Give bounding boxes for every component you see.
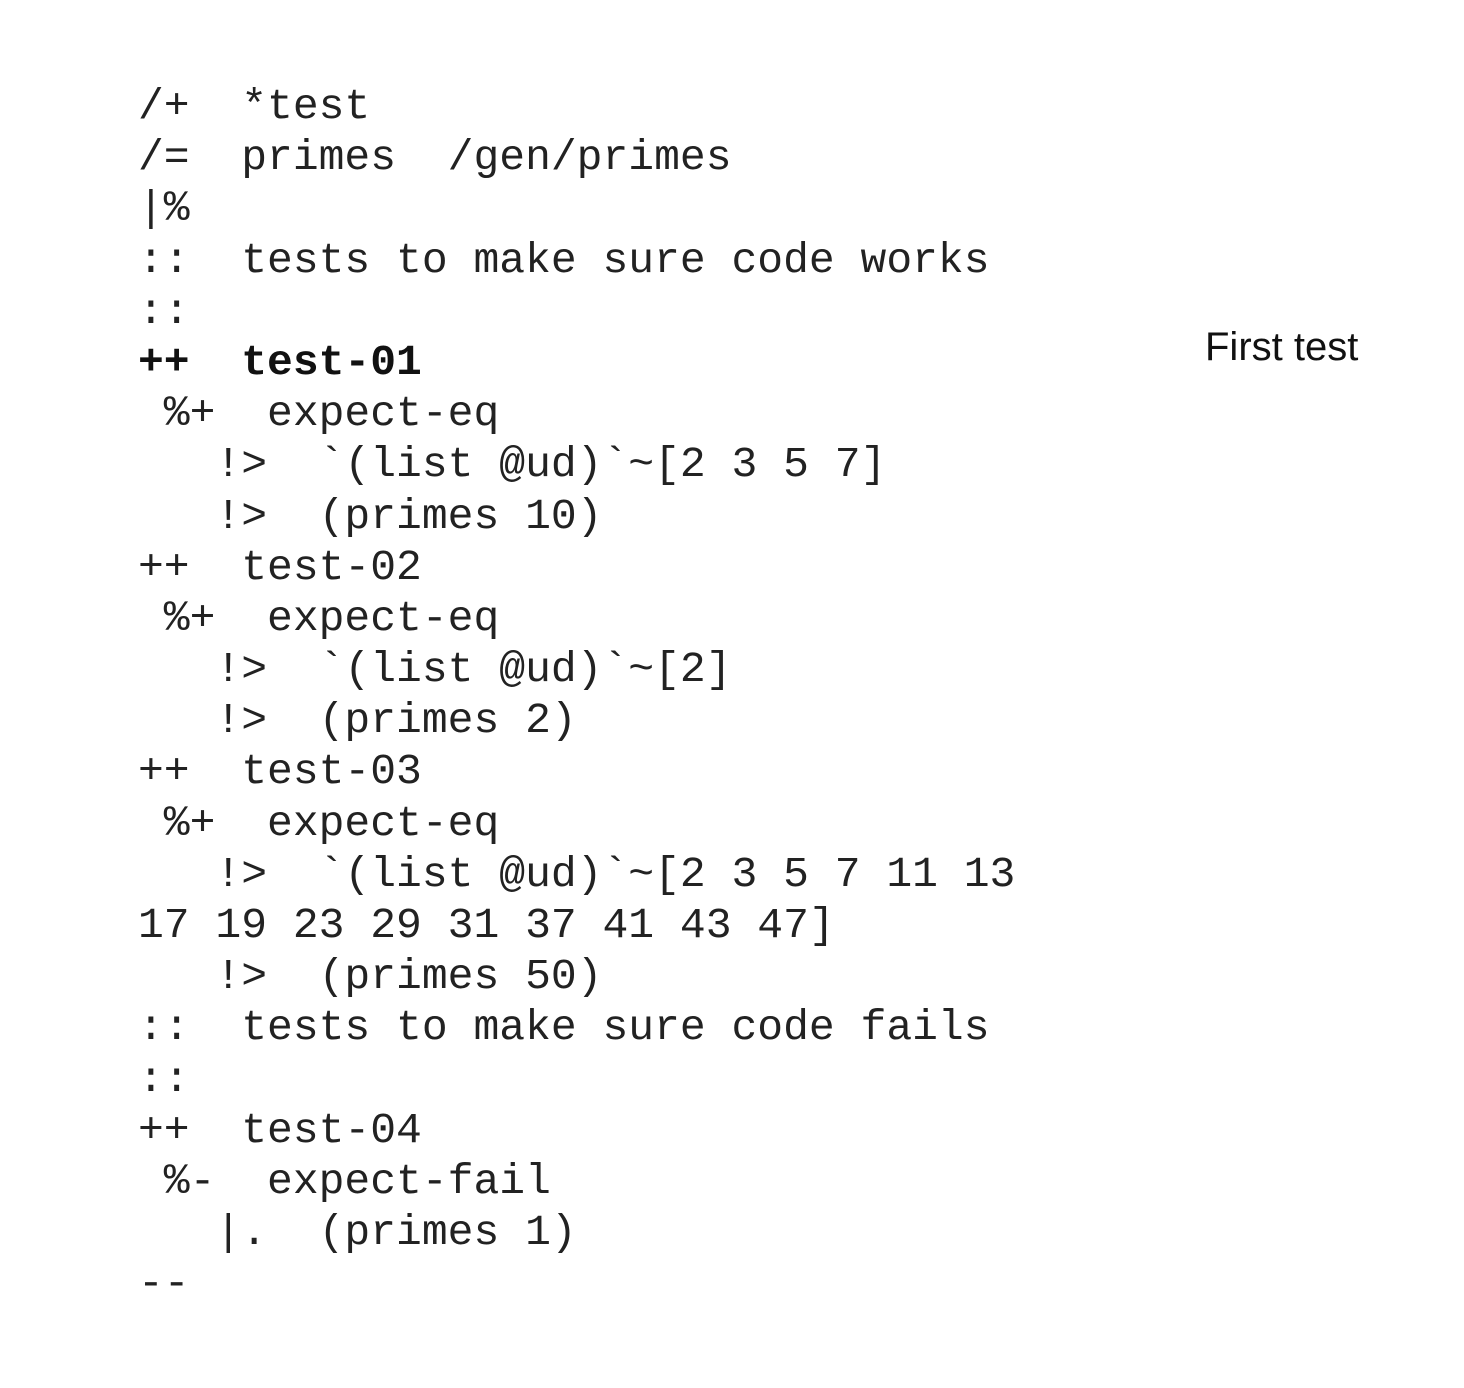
annotation-label: First test xyxy=(1205,325,1359,369)
code-listing: /+ *test/= primes /gen/primes |%:: tests … xyxy=(138,81,1015,1310)
code-line: !> (primes 2) xyxy=(138,696,577,746)
code-line-core-close: -- xyxy=(138,1259,190,1309)
code-comment: :: xyxy=(138,286,190,336)
code-line-test-02: ++ test-02 xyxy=(138,542,422,592)
code-line-include: /= primes /gen/primes xyxy=(138,133,732,183)
code-line: !> (primes 10) xyxy=(138,491,603,541)
code-line: !> `(list @ud)`~[2 3 5 7 11 13 xyxy=(138,849,1016,899)
code-comment: :: tests to make sure code works xyxy=(138,235,990,285)
code-line: %+ expect-eq xyxy=(138,593,500,643)
code-comment: :: xyxy=(138,1054,190,1104)
code-line: 17 19 23 29 31 37 41 43 47] xyxy=(138,901,835,950)
code-line: !> `(list @ud)`~[2] xyxy=(138,645,732,695)
code-line: %+ expect-eq xyxy=(138,798,500,848)
code-line-test-04: ++ test-04 xyxy=(138,1105,422,1155)
code-line-import: /+ *test xyxy=(138,82,371,131)
code-line: |. (primes 1) xyxy=(138,1208,577,1258)
code-line: !> `(list @ud)`~[2 3 5 7] xyxy=(138,440,887,490)
code-line: %- expect-fail xyxy=(138,1156,551,1206)
code-comment: :: tests to make sure code fails xyxy=(138,1003,990,1053)
code-line: !> (primes 50) xyxy=(138,952,603,1002)
code-line: %+ expect-eq xyxy=(138,389,500,439)
code-line-test-01-highlighted: ++ test-01 xyxy=(138,337,422,387)
code-line-core-open: |% xyxy=(138,184,190,234)
code-line-test-03: ++ test-03 xyxy=(138,747,422,797)
